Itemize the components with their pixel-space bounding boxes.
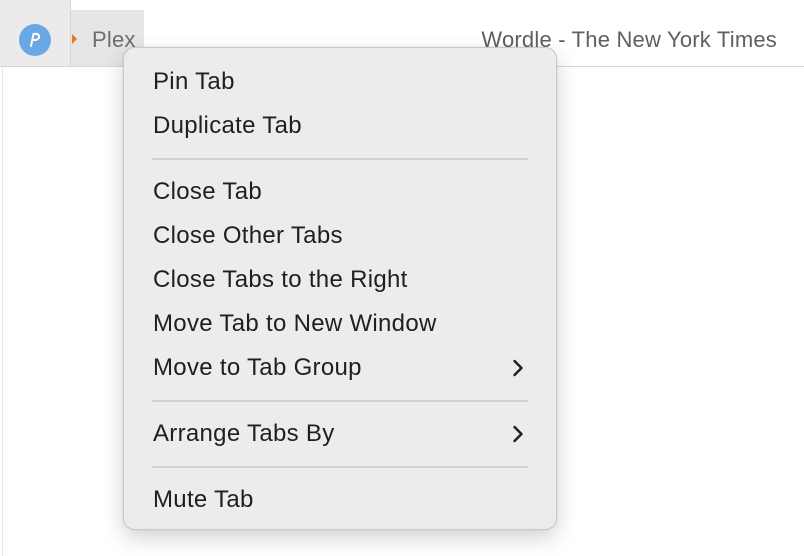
audio-playing-icon[interactable] <box>71 33 79 45</box>
menu-item-label: Mute Tab <box>153 486 254 513</box>
menu-item-label: Close Tab <box>153 178 262 205</box>
menu-item-label: Move to Tab Group <box>153 354 362 381</box>
pinned-tab[interactable] <box>0 0 71 66</box>
menu-separator <box>124 390 556 412</box>
menu-item-label: Arrange Tabs By <box>153 420 335 447</box>
menu-item-close-other-tabs[interactable]: Close Other Tabs <box>124 214 556 258</box>
menu-item-label: Close Other Tabs <box>153 222 343 249</box>
chevron-right-icon <box>513 359 523 377</box>
menu-item-close-tab[interactable]: Close Tab <box>124 170 556 214</box>
menu-item-pin-tab[interactable]: Pin Tab <box>124 60 556 104</box>
tab-context-menu: Pin Tab Duplicate Tab Close Tab Close Ot… <box>123 47 557 530</box>
menu-item-label: Close Tabs to the Right <box>153 266 408 293</box>
menu-item-mute-tab[interactable]: Mute Tab <box>124 478 556 522</box>
pen-logo-icon <box>19 24 51 56</box>
menu-item-label: Duplicate Tab <box>153 112 302 139</box>
menu-separator <box>124 456 556 478</box>
menu-item-arrange-tabs-by[interactable]: Arrange Tabs By <box>124 412 556 456</box>
content-edge <box>2 67 3 556</box>
menu-item-move-to-tab-group[interactable]: Move to Tab Group <box>124 346 556 390</box>
menu-item-close-tabs-right[interactable]: Close Tabs to the Right <box>124 258 556 302</box>
menu-item-label: Pin Tab <box>153 68 235 95</box>
menu-separator <box>124 148 556 170</box>
menu-item-duplicate-tab[interactable]: Duplicate Tab <box>124 104 556 148</box>
menu-item-label: Move Tab to New Window <box>153 310 437 337</box>
chevron-right-icon <box>513 425 523 443</box>
menu-item-move-to-new-window[interactable]: Move Tab to New Window <box>124 302 556 346</box>
